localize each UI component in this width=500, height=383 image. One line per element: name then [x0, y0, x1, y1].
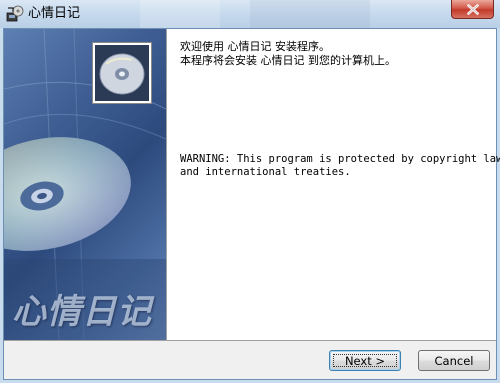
warning-line-2: and international treaties. [180, 166, 351, 178]
next-button[interactable]: Next > [329, 350, 401, 371]
window-title: 心情日记 [28, 6, 81, 21]
welcome-line-2: 本程序将会安装 心情日记 到您的计算机上。 [180, 54, 396, 67]
cancel-button-label: Cancel [434, 353, 474, 368]
title-bar[interactable]: 心情日记 [0, 0, 500, 28]
title-bar-glass [140, 0, 220, 28]
close-button[interactable] [451, 0, 494, 19]
close-icon [452, 0, 493, 18]
button-bar: Next > Cancel [4, 340, 496, 379]
warning-line-1: WARNING: This program is protected by co… [180, 153, 500, 165]
welcome-line-1: 欢迎使用 心情日记 安装程序。 [180, 40, 330, 53]
cd-disc-icon [92, 42, 152, 104]
banner-logo-text: 心情日记 [12, 292, 152, 332]
dialog-client-area: 心情日记 欢迎使用 心情日记 安装程序。 本程序将会安装 心情日记 到您的计算机… [3, 28, 500, 380]
content-panel: 欢迎使用 心情日记 安装程序。 本程序将会安装 心情日记 到您的计算机上。 WA… [92, 29, 500, 340]
focus-rectangle [333, 354, 397, 367]
cancel-button[interactable]: Cancel [418, 350, 490, 371]
copyright-warning: WARNING: This program is protected by co… [180, 153, 500, 179]
installer-window: 心情日记 心情日记 欢迎使用 心情日记 安装程序。 本程序将会安装 心情日记 到… [0, 0, 500, 383]
welcome-message: 欢迎使用 心情日记 安装程序。 本程序将会安装 心情日记 到您的计算机上。 [180, 40, 490, 68]
title-bar-glass [250, 0, 370, 28]
installer-app-icon[interactable] [6, 5, 24, 23]
